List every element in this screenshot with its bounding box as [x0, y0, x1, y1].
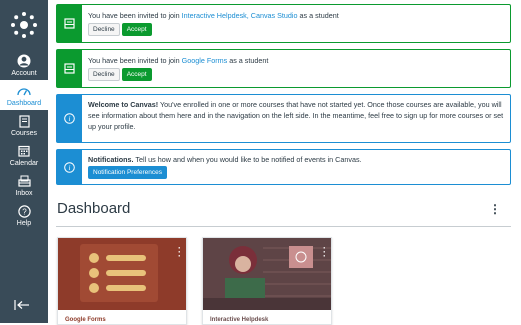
- notification-preferences-button[interactable]: Notification Preferences: [88, 166, 168, 179]
- collapse-nav-icon[interactable]: [14, 297, 30, 315]
- card-options-icon[interactable]: · · ·: [178, 244, 181, 261]
- invitation-icon: [57, 50, 82, 87]
- accept-button[interactable]: Accept: [121, 68, 152, 81]
- decline-button[interactable]: Decline: [88, 23, 120, 36]
- card-options-icon[interactable]: · · ·: [323, 244, 326, 261]
- course-invitation-1: You have been invited to join Interactiv…: [56, 4, 511, 43]
- invitation-course-link[interactable]: Interactive Helpdesk, Canvas Studio: [182, 11, 298, 20]
- nav-item-courses[interactable]: Courses: [0, 110, 48, 140]
- main-content: You have been invited to join Interactiv…: [56, 4, 511, 191]
- nav-item-help[interactable]: ? Help: [0, 200, 48, 230]
- course-card-hero: · · ·: [203, 238, 331, 310]
- nav-item-account[interactable]: Account: [0, 50, 48, 80]
- invitation-prefix: You have been invited to join: [88, 11, 182, 20]
- nav-label-account: Account: [11, 70, 37, 77]
- canvas-logo-icon[interactable]: [7, 8, 41, 42]
- invitation-icon: [57, 5, 82, 42]
- courses-icon: [18, 114, 30, 128]
- dashboard-header: Dashboard ⋮: [56, 198, 511, 227]
- inbox-icon: [17, 174, 31, 188]
- svg-text:i: i: [69, 164, 71, 172]
- svg-text:?: ?: [22, 207, 27, 216]
- course-card-name[interactable]: Interactive Helpdesk: [210, 317, 268, 323]
- nav-label-courses: Courses: [10, 130, 38, 137]
- course-card-hero: · · ·: [58, 238, 186, 310]
- invitation-course-link[interactable]: Google Forms: [182, 56, 228, 65]
- course-card-name[interactable]: Google Forms: [65, 317, 106, 323]
- forms-illustration: [80, 244, 158, 302]
- nav-item-inbox[interactable]: Inbox: [0, 170, 48, 200]
- invitation-suffix: as a student: [297, 11, 339, 20]
- course-card-interactive-helpdesk[interactable]: · · · Interactive Helpdesk: [202, 237, 332, 325]
- course-card-google-forms[interactable]: · · · Google Forms: [57, 237, 187, 325]
- help-icon: ?: [17, 204, 31, 218]
- nav-label-calendar: Calendar: [9, 160, 39, 167]
- welcome-notice: i Welcome to Canvas! You've enrolled in …: [56, 94, 511, 143]
- invitation-prefix: You have been invited to join: [88, 56, 182, 65]
- nav-label-inbox: Inbox: [15, 190, 33, 197]
- dashboard-icon: [17, 84, 31, 98]
- accept-button[interactable]: Accept: [121, 23, 152, 36]
- invitation-suffix: as a student: [227, 56, 269, 65]
- notifications-title: Notifications.: [88, 155, 134, 164]
- course-invitation-2: You have been invited to join Google For…: [56, 49, 511, 88]
- nav-item-dashboard[interactable]: Dashboard: [0, 80, 48, 110]
- svg-text:i: i: [69, 115, 71, 123]
- welcome-title: Welcome to Canvas!: [88, 100, 159, 109]
- global-navigation: Account Dashboard Courses Calendar Inbox…: [0, 0, 48, 323]
- nav-label-dashboard: Dashboard: [6, 100, 42, 107]
- notifications-notice: i Notifications. Tell us how and when yo…: [56, 149, 511, 185]
- decline-button[interactable]: Decline: [88, 68, 120, 81]
- info-icon: i: [57, 150, 82, 184]
- page-title: Dashboard: [57, 200, 131, 217]
- account-icon: [17, 54, 31, 68]
- dashboard-options-button[interactable]: ⋮: [489, 202, 501, 216]
- nav-label-help: Help: [16, 220, 32, 227]
- nav-item-calendar[interactable]: Calendar: [0, 140, 48, 170]
- calendar-icon: [18, 144, 30, 158]
- helpdesk-illustration: [203, 238, 331, 310]
- info-icon: i: [57, 95, 82, 142]
- notifications-text: Tell us how and when you would like to b…: [133, 155, 362, 164]
